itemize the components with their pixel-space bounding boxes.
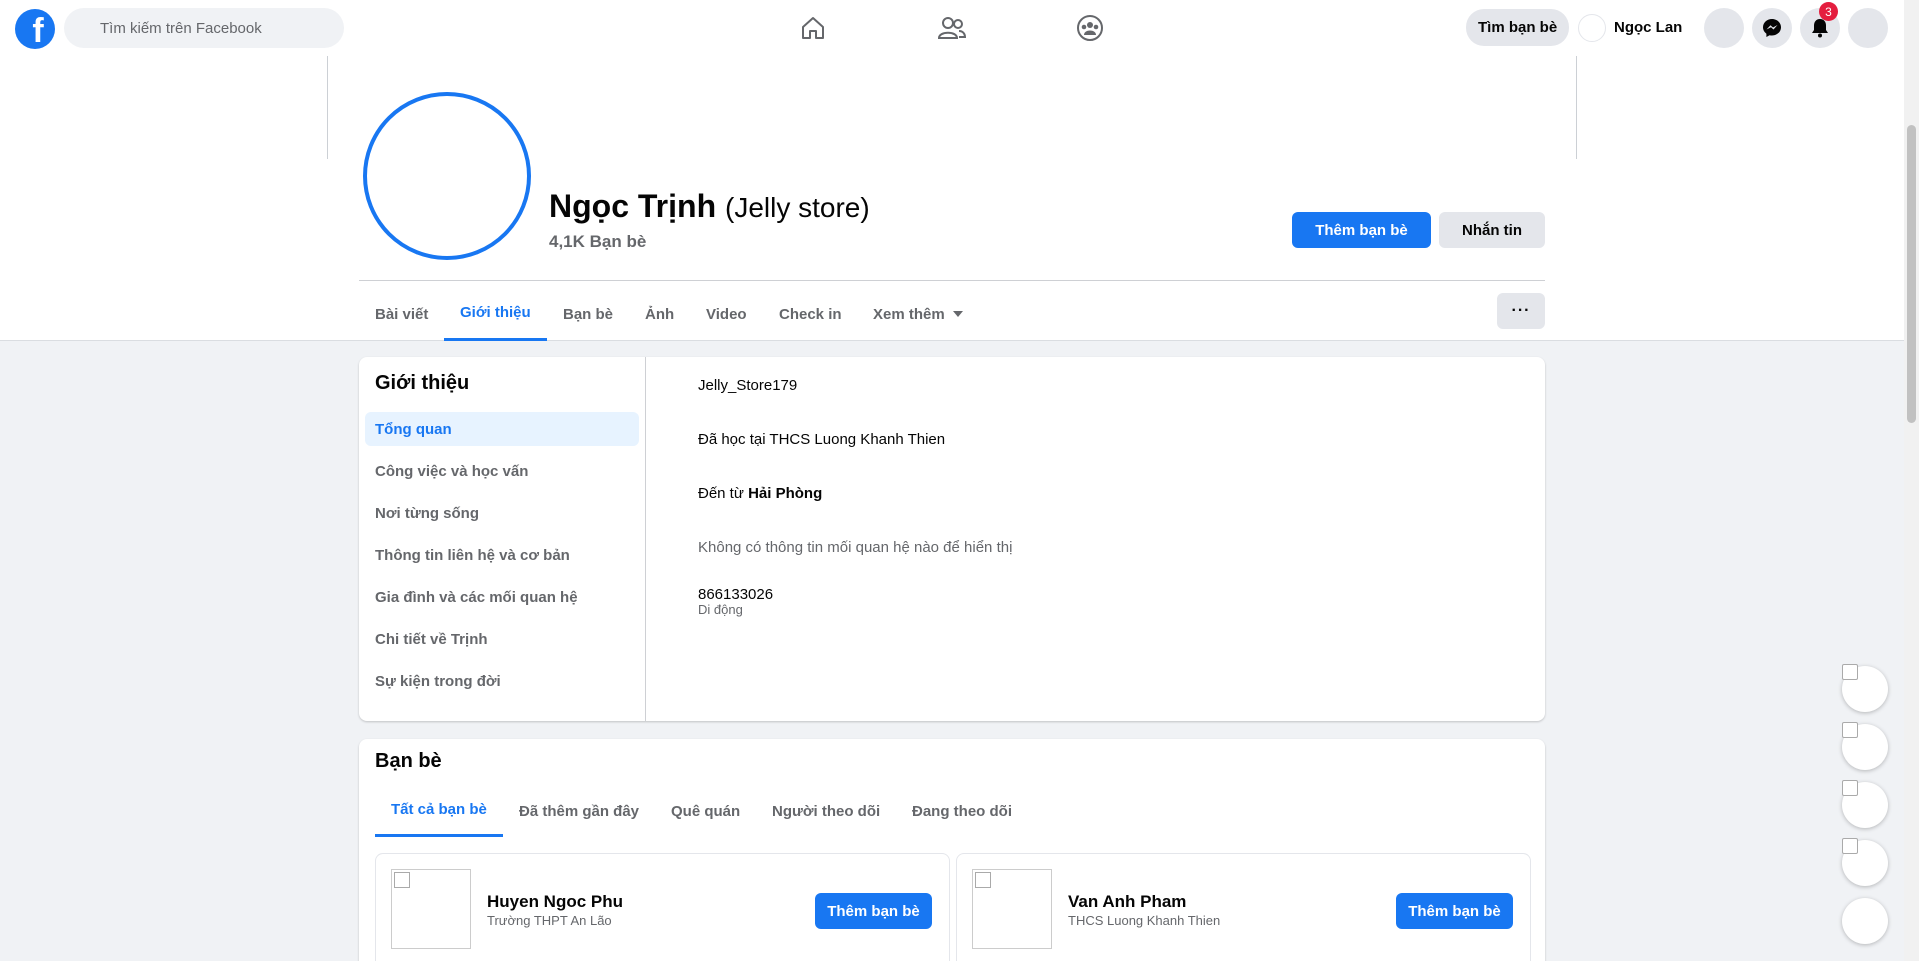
caret-down-icon (952, 311, 963, 317)
detail-hometown-prefix: Đến từ (698, 485, 749, 502)
friend-name[interactable]: Huyen Ngoc Phu (487, 892, 623, 912)
home-nav[interactable] (758, 6, 868, 50)
cover-photo-right-edge (1576, 56, 1577, 159)
top-navigation-bar: f Tìm bạn bè Ngọc Lan 3 (0, 0, 1904, 56)
message-button[interactable]: Nhắn tin (1439, 212, 1545, 248)
about-menu-work-education[interactable]: Công việc và học vấn (365, 454, 639, 488)
facebook-logo-icon[interactable]: f (15, 9, 55, 49)
chat-head[interactable] (1842, 780, 1888, 828)
cover-photo-left-edge (327, 56, 328, 159)
tab-see-more-label: Xem thêm (873, 305, 945, 323)
home-icon (802, 17, 824, 39)
profile-alternate-name: (Jelly store) (725, 192, 870, 223)
search-input[interactable] (64, 8, 344, 48)
current-user-profile-link[interactable]: Ngọc Lan (1578, 9, 1682, 46)
detail-education: Đã học tại THCS Luong Khanh Thien (698, 431, 946, 448)
tab-friends[interactable]: Bạn bè (547, 287, 629, 341)
friends-icon (937, 17, 967, 39)
groups-nav[interactable] (1035, 6, 1145, 50)
tab-check-in[interactable]: Check in (763, 287, 858, 341)
scrollbar-thumb[interactable] (1907, 125, 1916, 423)
friend-subtitle: Trường THPT An Lão (487, 913, 612, 928)
add-friend-button[interactable]: Thêm bạn bè (1292, 212, 1431, 248)
profile-picture[interactable] (363, 92, 531, 260)
messenger-button[interactable] (1752, 8, 1792, 48)
detail-phone: 866133026 (698, 586, 774, 603)
detail-hometown: Đến từ Hải Phòng (698, 485, 822, 502)
detail-hometown-place[interactable]: Hải Phòng (748, 485, 822, 502)
broken-image-icon (975, 872, 991, 888)
current-user-name: Ngọc Lan (1614, 19, 1683, 36)
menu-button[interactable] (1704, 8, 1744, 48)
more-options-button[interactable]: ··· (1497, 293, 1545, 329)
find-friends-button[interactable]: Tìm bạn bè (1466, 9, 1570, 46)
profile-name: Ngọc Trịnh (Jelly store) (549, 188, 870, 225)
friends-tab-all[interactable]: Tất cả bạn bè (375, 785, 503, 837)
tab-photos[interactable]: Ảnh (629, 287, 690, 341)
chat-head[interactable] (1842, 722, 1888, 770)
bell-icon (1812, 19, 1828, 38)
tab-about[interactable]: Giới thiệu (444, 287, 547, 341)
friend-add-button[interactable]: Thêm bạn bè (815, 893, 932, 929)
friend-count[interactable]: 4,1K Bạn bè (549, 232, 646, 252)
broken-image-icon (1842, 664, 1858, 680)
tab-posts[interactable]: Bài viết (359, 287, 444, 341)
about-menu-family-relationships[interactable]: Gia đình và các mối quan hệ (365, 580, 639, 614)
friends-tab-following[interactable]: Đang theo dõi (896, 785, 1028, 837)
broken-image-icon (394, 872, 410, 888)
messenger-icon (1763, 19, 1781, 37)
friend-name[interactable]: Van Anh Pham (1068, 892, 1186, 912)
friends-title[interactable]: Bạn bè (375, 750, 442, 773)
profile-main-name: Ngọc Trịnh (549, 188, 717, 224)
broken-image-icon (1842, 780, 1858, 796)
account-button[interactable] (1848, 8, 1888, 48)
notification-count-badge: 3 (1819, 2, 1838, 21)
friends-tab-recent[interactable]: Đã thêm gần đây (503, 785, 655, 837)
friends-tab-hometown[interactable]: Quê quán (655, 785, 756, 837)
about-menu-contact-info[interactable]: Thông tin liên hệ và cơ bản (365, 538, 639, 572)
new-message-button[interactable] (1842, 898, 1888, 944)
tab-videos[interactable]: Video (690, 287, 763, 341)
groups-icon (1077, 15, 1103, 41)
chat-head[interactable] (1842, 838, 1888, 886)
friends-nav[interactable] (897, 6, 1007, 50)
header-divider (359, 280, 1545, 281)
friend-photo[interactable] (391, 869, 471, 949)
broken-image-icon (1842, 838, 1858, 854)
friend-add-button[interactable]: Thêm bạn bè (1396, 893, 1513, 929)
chat-head[interactable] (1842, 664, 1888, 712)
friend-subtitle: THCS Luong Khanh Thien (1068, 913, 1221, 928)
about-card-divider (645, 357, 646, 721)
friends-tab-followers[interactable]: Người theo dõi (756, 785, 896, 837)
about-menu-life-events[interactable]: Sự kiện trong đời (365, 664, 639, 698)
tab-see-more[interactable]: Xem thêm (857, 287, 979, 341)
about-menu-places-lived[interactable]: Nơi từng sống (365, 496, 639, 530)
detail-phone-label: Di động (698, 602, 743, 617)
detail-username: Jelly_Store179 (698, 377, 798, 394)
friend-photo[interactable] (972, 869, 1052, 949)
detail-relationship: Không có thông tin mối quan hệ nào để hi… (698, 539, 1013, 556)
about-title: Giới thiệu (375, 372, 470, 394)
avatar (1578, 13, 1606, 42)
about-menu-overview[interactable]: Tổng quan (365, 412, 639, 446)
about-menu-details[interactable]: Chi tiết về Trịnh (365, 622, 639, 656)
broken-image-icon (1842, 722, 1858, 738)
